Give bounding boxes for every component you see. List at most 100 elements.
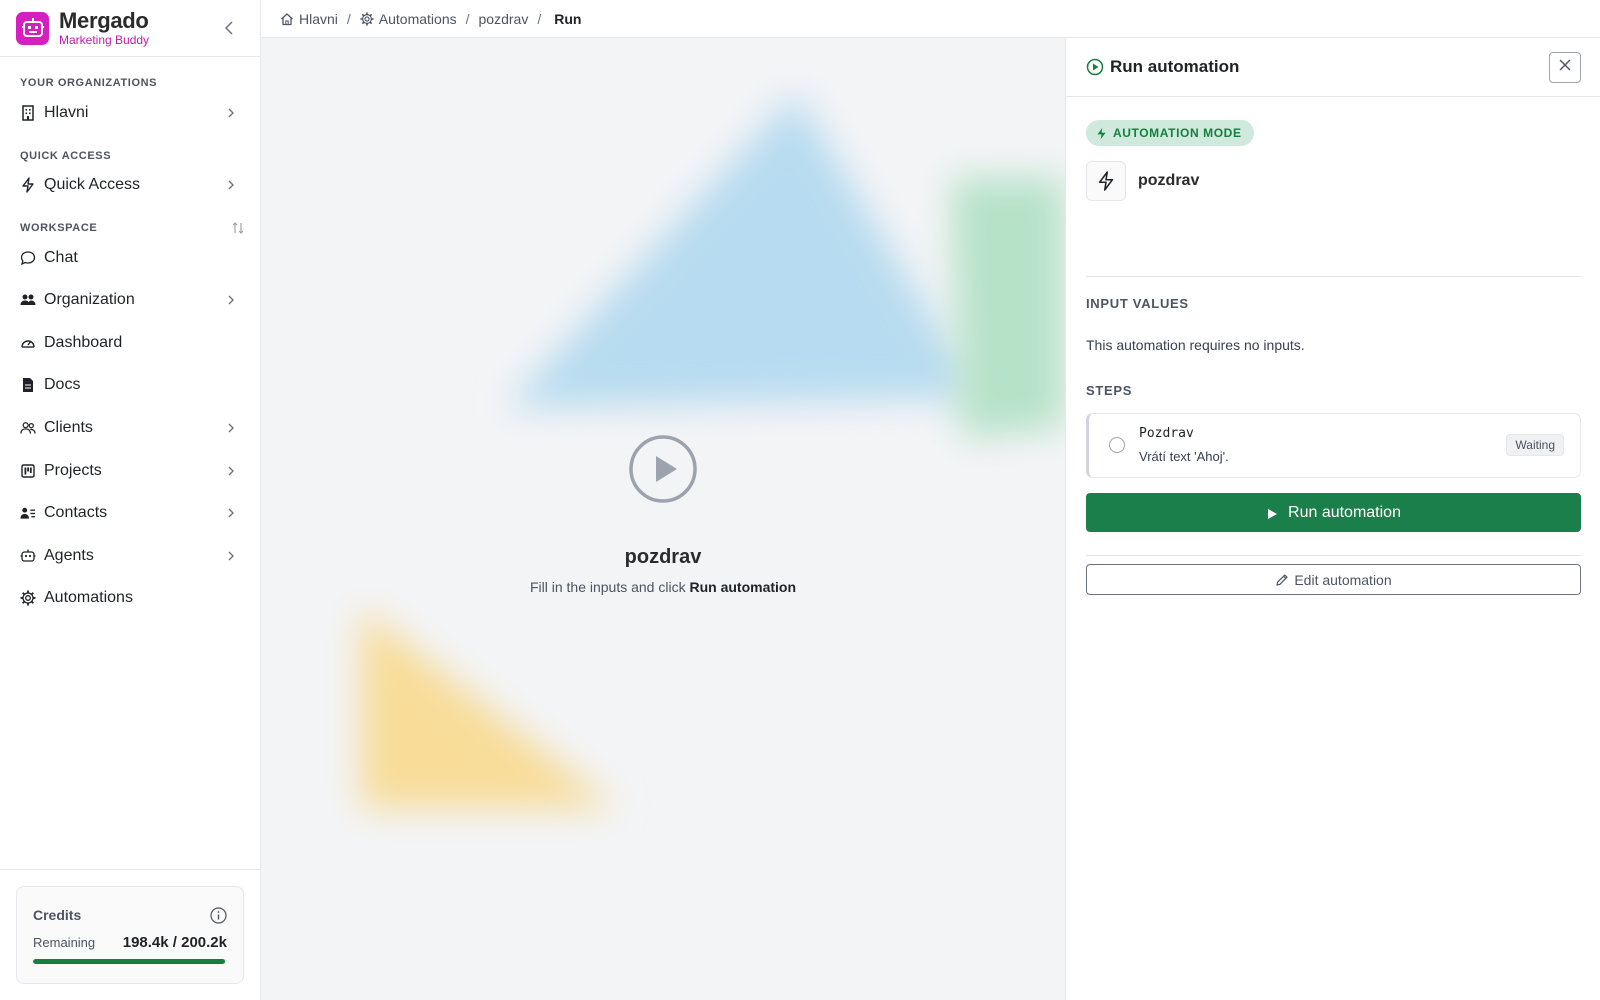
sidebar-item-contacts[interactable]: Contacts bbox=[0, 493, 260, 533]
sidebar-item-clients[interactable]: Clients bbox=[0, 408, 260, 448]
edit-automation-button[interactable]: Edit automation bbox=[1086, 564, 1581, 595]
building-icon bbox=[20, 105, 36, 121]
sidebar-item-chat[interactable]: Chat bbox=[0, 238, 260, 278]
breadcrumb-item-hlavni[interactable]: Hlavni bbox=[280, 11, 338, 27]
chevron-right-icon bbox=[224, 106, 238, 120]
credits-card: Credits Remaining 198.4k / 200.2k bbox=[16, 886, 244, 984]
panel-title: Run automation bbox=[1110, 57, 1240, 76]
sidebar-item-label: Hlavni bbox=[44, 104, 89, 121]
section-label-quick-access: QUICK ACCESS bbox=[20, 150, 112, 162]
chevron-right-icon bbox=[224, 421, 238, 435]
close-icon bbox=[1558, 58, 1572, 77]
breadcrumb-label: Hlavni bbox=[299, 10, 338, 27]
sort-arrows-icon[interactable] bbox=[230, 220, 246, 236]
run-automation-panel: Run automation AUTOMATION MODE pozdrav I… bbox=[1065, 38, 1600, 1000]
credits-progress-bar bbox=[33, 959, 227, 964]
edit-automation-label: Edit automation bbox=[1294, 571, 1392, 588]
section-label-text: WORKSPACE bbox=[20, 222, 98, 234]
divider bbox=[1086, 276, 1581, 277]
credits-remaining-label: Remaining bbox=[33, 935, 96, 950]
sidebar-item-projects[interactable]: Projects bbox=[0, 451, 260, 491]
hint-action: Run automation bbox=[689, 579, 797, 595]
step-name: Pozdrav bbox=[1139, 426, 1194, 441]
step-status-badge: Waiting bbox=[1506, 434, 1564, 456]
gear-icon bbox=[360, 11, 374, 26]
chevron-right-icon bbox=[224, 549, 238, 563]
section-label-workspace: WORKSPACE bbox=[0, 222, 260, 234]
robot-icon bbox=[20, 548, 36, 564]
empty-state-title: pozdrav bbox=[624, 546, 702, 568]
sidebar-item-hlavni[interactable]: Hlavni bbox=[0, 93, 260, 133]
run-automation-label: Run automation bbox=[1288, 503, 1401, 521]
user-group-icon bbox=[20, 420, 36, 436]
chevron-right-icon bbox=[224, 178, 238, 192]
empty-state-hint: Fill in the inputs and click Run automat… bbox=[261, 579, 1065, 595]
sidebar-item-label: Automations bbox=[44, 589, 133, 606]
sidebar-item-label: Agents bbox=[44, 547, 94, 564]
contact-card-icon bbox=[20, 505, 36, 521]
sidebar-item-quick-access[interactable]: Quick Access bbox=[0, 165, 260, 205]
bolt-icon bbox=[20, 177, 36, 193]
automation-mode-label: AUTOMATION MODE bbox=[1113, 126, 1242, 140]
sidebar-item-label: Chat bbox=[44, 249, 78, 266]
automation-mode-badge: AUTOMATION MODE bbox=[1086, 120, 1254, 146]
sidebar-item-label: Organization bbox=[44, 291, 135, 308]
breadcrumb-label: Automations bbox=[378, 10, 457, 27]
brand-subtitle: Marketing Buddy bbox=[59, 33, 150, 47]
automation-header: pozdrav bbox=[1086, 161, 1199, 201]
breadcrumb-separator: / bbox=[465, 10, 470, 27]
play-icon bbox=[1266, 507, 1278, 519]
step-status-radio bbox=[1109, 437, 1125, 453]
step-card[interactable]: Pozdrav Vrátí text 'Ahoj'. Waiting bbox=[1086, 413, 1581, 478]
info-icon[interactable] bbox=[210, 907, 227, 924]
chevron-right-icon bbox=[224, 464, 238, 478]
home-icon bbox=[280, 12, 294, 26]
section-label-organizations: YOUR ORGANIZATIONS bbox=[20, 77, 158, 89]
empty-state: pozdrav Fill in the inputs and click Run… bbox=[261, 434, 1065, 595]
chevron-right-icon bbox=[224, 506, 238, 520]
breadcrumb-item-pozdrav[interactable]: pozdrav bbox=[479, 11, 529, 27]
chevron-right-icon bbox=[224, 293, 238, 307]
sidebar-item-dashboard[interactable]: Dashboard bbox=[0, 323, 260, 363]
pencil-icon bbox=[1275, 573, 1289, 587]
sidebar-item-label: Docs bbox=[44, 376, 81, 393]
sidebar-item-agents[interactable]: Agents bbox=[0, 536, 260, 576]
breadcrumb-separator: / bbox=[346, 10, 351, 27]
sidebar: Mergado Marketing Buddy YOUR ORGANIZATIO… bbox=[0, 0, 261, 1000]
run-automation-button[interactable]: Run automation bbox=[1086, 493, 1581, 532]
step-description: Vrátí text 'Ahoj'. bbox=[1139, 449, 1229, 464]
sidebar-item-automations[interactable]: Automations bbox=[0, 578, 260, 618]
steps-heading: STEPS bbox=[1086, 383, 1133, 398]
credits-progress-fill bbox=[33, 959, 226, 964]
users-icon bbox=[20, 292, 36, 308]
sidebar-item-label: Contacts bbox=[44, 504, 108, 521]
breadcrumb-current: Run bbox=[554, 10, 582, 27]
gear-icon bbox=[20, 590, 36, 606]
breadcrumb-label: pozdrav bbox=[478, 10, 529, 27]
sidebar-item-organization[interactable]: Organization bbox=[0, 280, 260, 320]
bolt-icon bbox=[1086, 161, 1126, 201]
collapse-sidebar-chevron-left-icon[interactable] bbox=[220, 19, 238, 37]
sidebar-item-docs[interactable]: Docs bbox=[0, 365, 260, 405]
document-icon bbox=[20, 377, 36, 393]
credits-title: Credits bbox=[33, 907, 82, 923]
sidebar-item-label: Projects bbox=[44, 462, 102, 479]
input-values-heading: INPUT VALUES bbox=[1086, 296, 1189, 311]
breadcrumb-item-automations[interactable]: Automations bbox=[360, 11, 457, 27]
play-circle-icon bbox=[1086, 58, 1104, 76]
chat-bubble-icon bbox=[20, 250, 36, 266]
close-button[interactable] bbox=[1549, 52, 1581, 83]
hint-prefix: Fill in the inputs and click bbox=[529, 579, 686, 595]
no-inputs-message: This automation requires no inputs. bbox=[1086, 337, 1305, 353]
sidebar-item-label: Quick Access bbox=[44, 176, 141, 193]
sidebar-item-label: Dashboard bbox=[44, 334, 123, 351]
kanban-icon bbox=[20, 463, 36, 479]
credits-divider bbox=[0, 869, 260, 870]
play-circle-icon bbox=[628, 434, 698, 504]
robot-logo-icon[interactable] bbox=[16, 11, 49, 45]
panel-header: Run automation bbox=[1066, 38, 1600, 97]
main-content: pozdrav Fill in the inputs and click Run… bbox=[261, 38, 1065, 1000]
breadcrumb: Hlavni / Automations / pozdrav / Run bbox=[261, 0, 1600, 38]
breadcrumb-separator: / bbox=[537, 10, 542, 27]
credits-value: 198.4k / 200.2k bbox=[122, 934, 227, 951]
